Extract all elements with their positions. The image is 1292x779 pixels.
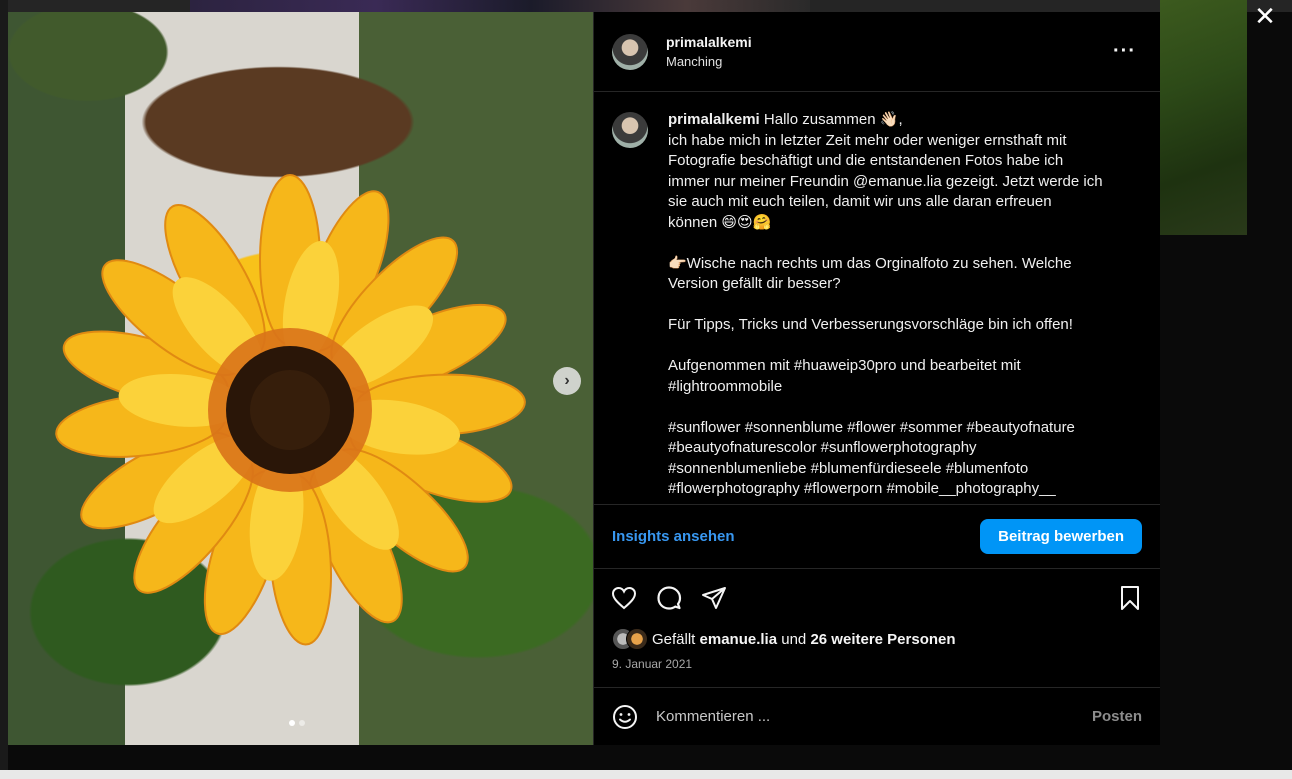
- bookmark-icon[interactable]: [1116, 584, 1144, 612]
- insights-row: Insights ansehen Beitrag bewerben: [594, 504, 1160, 569]
- post-location[interactable]: Manching: [666, 54, 1107, 69]
- close-icon[interactable]: ✕: [1254, 3, 1276, 29]
- liker-username[interactable]: emanue.lia: [700, 631, 778, 648]
- view-insights-link[interactable]: Insights ansehen: [612, 528, 735, 545]
- carousel-next-button[interactable]: ›: [553, 367, 581, 395]
- comment-icon[interactable]: [655, 584, 683, 612]
- caption-avatar[interactable]: [612, 112, 648, 148]
- post-date[interactable]: 9. Januar 2021: [594, 651, 1160, 687]
- post-actions: [594, 569, 1160, 627]
- background-left-edge: [0, 0, 8, 779]
- caption-line: immer nur meiner Freundin @emanue.lia ge…: [668, 172, 1103, 190]
- caption-line: ich habe mich in letzter Zeit mehr oder …: [668, 131, 1067, 149]
- author-info: primalalkemi Manching: [666, 34, 1107, 69]
- post-header: primalalkemi Manching ···: [594, 12, 1160, 92]
- caption-line: Aufgenommen mit #huaweip30pro und bearbe…: [668, 357, 1021, 374]
- likes-connector: und: [781, 630, 807, 648]
- caption-line: Fotografie beschäftigt und die entstande…: [668, 152, 1064, 169]
- promote-post-button[interactable]: Beitrag bewerben: [980, 519, 1142, 554]
- post-image: ›: [8, 12, 593, 745]
- background-next-post-image: [1160, 0, 1247, 235]
- caption-line: können 😄😍🤗: [668, 213, 772, 231]
- comment-input[interactable]: [656, 708, 1092, 725]
- post-details-panel: primalalkemi Manching ··· primalalkemi H…: [593, 12, 1160, 745]
- heart-icon[interactable]: [610, 584, 638, 612]
- carousel-dot-active: [289, 720, 295, 726]
- post-caption: primalalkemi Hallo zusammen 👋🏻, ich habe…: [668, 110, 1103, 504]
- likes-summary[interactable]: Gefällt emanue.lia und 26 weitere Person…: [594, 627, 1160, 651]
- caption-line: #lightroommobile: [668, 377, 783, 395]
- likes-prefix: Gefällt: [652, 630, 696, 648]
- caption-line: sie auch mit euch teilen, damit wir uns …: [668, 193, 1052, 210]
- caption-line: #sonnenblumenliebe #blumenfürdieseele #b…: [668, 459, 1029, 477]
- emoji-icon[interactable]: [612, 704, 638, 730]
- avatar: [626, 628, 648, 650]
- caption-line: Für Tipps, Tricks und Verbesserungsvorsc…: [668, 316, 1073, 333]
- avatar[interactable]: [612, 33, 648, 70]
- caption-line: #sunflower #sonnenblume #flower #sommer …: [668, 418, 1075, 436]
- caption-line: #beautyofnaturescolor #sunflowerphotogra…: [668, 439, 977, 456]
- caption-line: Version gefällt dir besser?: [668, 275, 841, 292]
- caption-line: Hallo zusammen 👋🏻,: [763, 111, 903, 128]
- carousel-dot: [299, 720, 305, 726]
- background-image-strip: [190, 0, 810, 12]
- taskbar-strip: [0, 770, 1292, 779]
- caption-line: #flowerphotography #flowerporn #mobile__…: [668, 480, 1056, 497]
- caption-area[interactable]: primalalkemi Hallo zusammen 👋🏻, ich habe…: [594, 92, 1160, 504]
- sunflower-illustration: [55, 174, 526, 646]
- post-comment-button[interactable]: Posten: [1092, 708, 1142, 725]
- carousel-indicator: [289, 720, 305, 726]
- caption-line: 👉🏻Wische nach rechts um das Orginalfoto …: [668, 254, 1072, 272]
- likes-others[interactable]: 26 weitere Personen: [810, 631, 955, 648]
- author-username[interactable]: primalalkemi: [666, 34, 1107, 50]
- more-options-icon[interactable]: ···: [1107, 40, 1142, 63]
- post-modal: › primalalkemi Manching ··· primalalkemi…: [8, 12, 1160, 745]
- caption-username[interactable]: primalalkemi: [668, 111, 760, 128]
- share-icon[interactable]: [700, 584, 728, 612]
- comment-row: Posten: [594, 687, 1160, 745]
- liker-avatars: [612, 628, 648, 650]
